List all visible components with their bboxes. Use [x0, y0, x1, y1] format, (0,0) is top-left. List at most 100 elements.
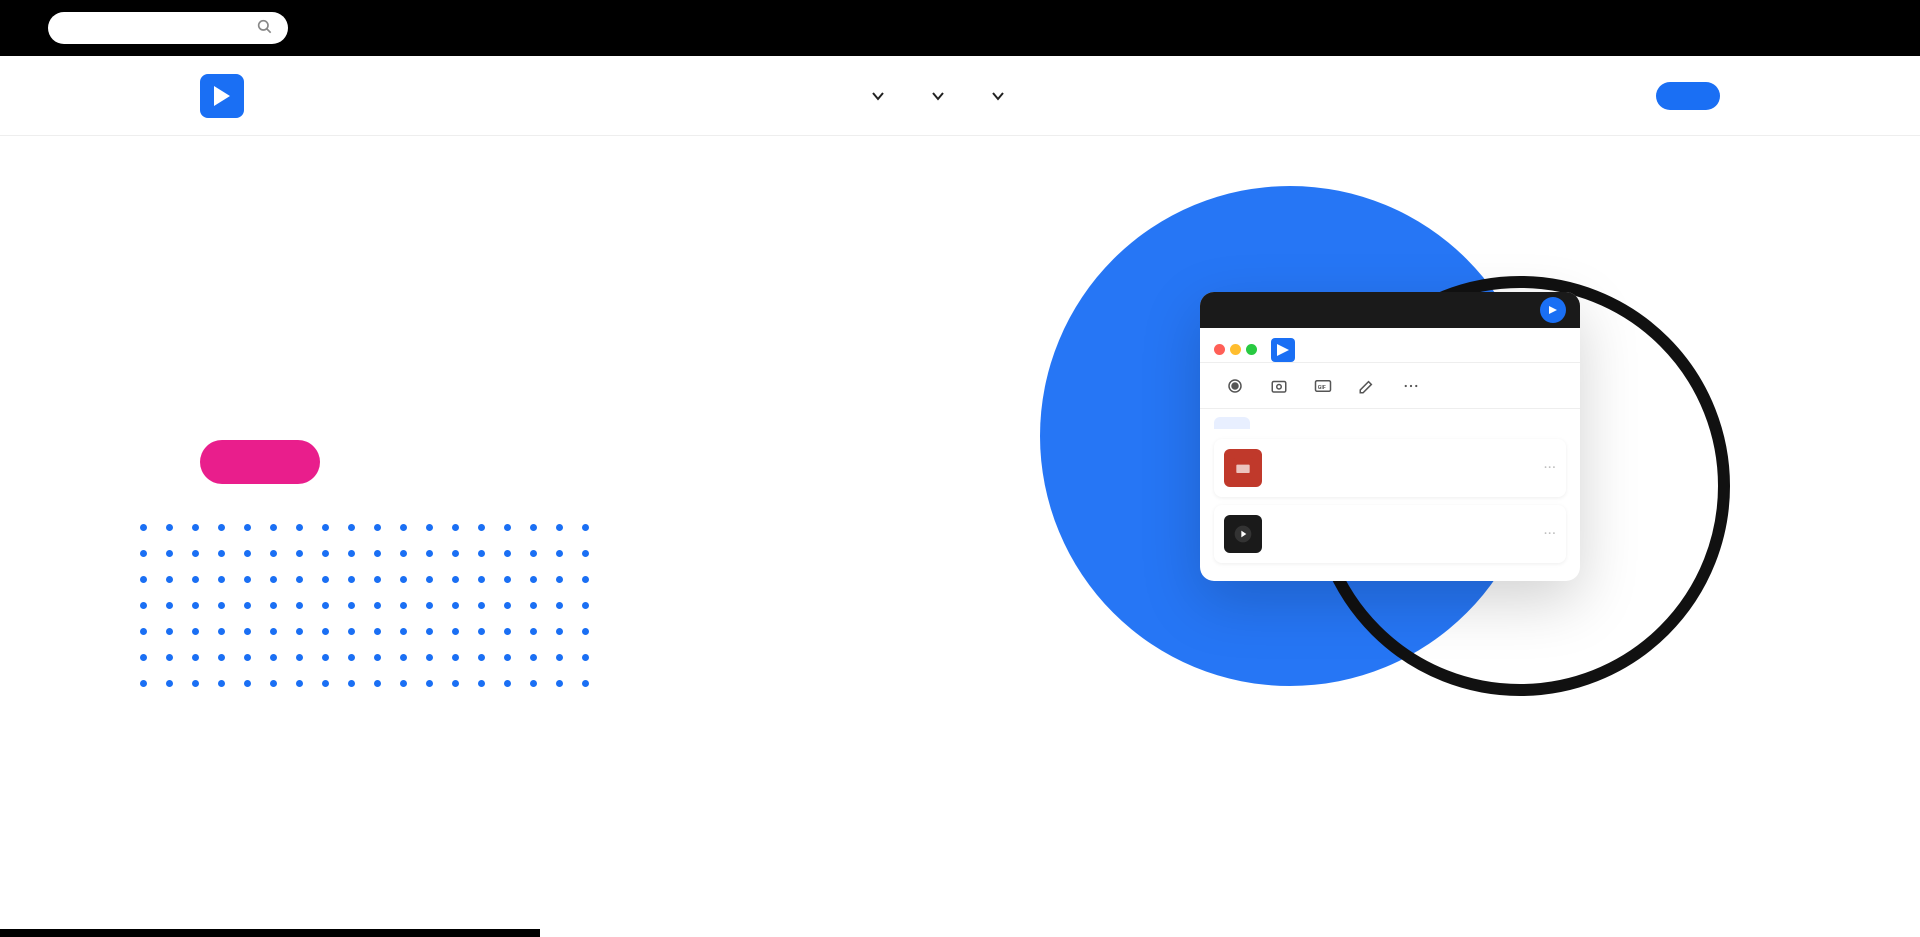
dot: [374, 524, 381, 531]
dot: [374, 550, 381, 557]
dot: [504, 550, 511, 557]
dot: [426, 550, 433, 557]
dot: [400, 602, 407, 609]
nav-use-cases[interactable]: [925, 89, 945, 103]
dot: [452, 602, 459, 609]
dot: [140, 550, 147, 557]
dot: [452, 628, 459, 635]
dot: [270, 602, 277, 609]
dot: [218, 628, 225, 635]
file-info-1: [1272, 467, 1533, 469]
chevron-down-icon: [991, 89, 1005, 103]
dot: [322, 628, 329, 635]
tab-favorites[interactable]: [1286, 417, 1322, 429]
dot: [426, 654, 433, 661]
toolbar-annotate[interactable]: [1346, 373, 1388, 402]
dot: [556, 680, 563, 687]
dot: [166, 680, 173, 687]
file-more-icon-1[interactable]: ···: [1543, 458, 1556, 477]
dot: [426, 576, 433, 583]
dot: [530, 576, 537, 583]
app-toolbar: GIF: [1200, 363, 1580, 409]
dot: [556, 654, 563, 661]
dot: [348, 602, 355, 609]
dot: [322, 524, 329, 531]
dot: [296, 602, 303, 609]
dot: [400, 680, 407, 687]
file-more-icon-2[interactable]: ···: [1543, 524, 1556, 543]
file-item-2: ···: [1214, 505, 1566, 563]
dot: [426, 602, 433, 609]
dot: [192, 654, 199, 661]
dot: [374, 602, 381, 609]
dot: [348, 628, 355, 635]
dot: [582, 628, 589, 635]
dot: [504, 524, 511, 531]
toolbar-record[interactable]: [1214, 373, 1256, 402]
dot: [582, 550, 589, 557]
dot: [504, 680, 511, 687]
status-bar: [0, 929, 540, 937]
toolbar-gif[interactable]: GIF: [1302, 373, 1344, 402]
dot: [504, 576, 511, 583]
bottom-section: [0, 716, 1920, 878]
search-box[interactable]: [48, 12, 288, 44]
dot: [426, 628, 433, 635]
dot: [140, 680, 147, 687]
dot: [478, 602, 485, 609]
dot: [166, 602, 173, 609]
dot: [270, 550, 277, 557]
hero-left: [200, 388, 880, 484]
nav-product[interactable]: [865, 89, 885, 103]
dot: [348, 680, 355, 687]
search-input[interactable]: [64, 20, 248, 37]
traffic-lights: [1214, 344, 1257, 355]
tab-collections[interactable]: [1250, 417, 1286, 429]
dot: [296, 654, 303, 661]
dot: [348, 550, 355, 557]
dot: [270, 628, 277, 635]
dot: [348, 654, 355, 661]
dot: [244, 602, 251, 609]
dot: [582, 654, 589, 661]
dot: [478, 680, 485, 687]
dot: [400, 654, 407, 661]
nav-resources[interactable]: [985, 89, 1005, 103]
dot: [426, 524, 433, 531]
minimize-button-yellow: [1230, 344, 1241, 355]
dot: [478, 654, 485, 661]
dot: [218, 602, 225, 609]
dot: [296, 550, 303, 557]
dot-grid-decoration: // Generate dots const grid = document.q…: [140, 524, 598, 696]
dot: [322, 602, 329, 609]
signup-button[interactable]: [1656, 82, 1720, 110]
dot: [140, 524, 147, 531]
dot: [244, 576, 251, 583]
dot: [270, 654, 277, 661]
dot: [296, 576, 303, 583]
dot: [582, 524, 589, 531]
dot: [504, 654, 511, 661]
file-thumbnail-video: [1224, 515, 1262, 553]
dot: [582, 576, 589, 583]
try-it-now-button[interactable]: [200, 440, 320, 484]
close-button-red: [1214, 344, 1225, 355]
dot: [530, 654, 537, 661]
toolbar-more[interactable]: [1390, 373, 1432, 402]
dot: [504, 628, 511, 635]
dot: [504, 602, 511, 609]
toolbar-capture[interactable]: [1258, 373, 1300, 402]
dot: [452, 576, 459, 583]
dot: [270, 576, 277, 583]
tab-files[interactable]: [1214, 417, 1250, 429]
chevron-down-icon: [871, 89, 885, 103]
hero-section: // Generate dots const grid = document.q…: [0, 136, 1920, 716]
dot: [478, 524, 485, 531]
dot: [218, 654, 225, 661]
top-bar: [0, 0, 1920, 56]
dot: [400, 576, 407, 583]
dot: [322, 576, 329, 583]
dot: [296, 628, 303, 635]
file-thumbnail-image: [1224, 449, 1262, 487]
search-icon: [256, 18, 272, 38]
